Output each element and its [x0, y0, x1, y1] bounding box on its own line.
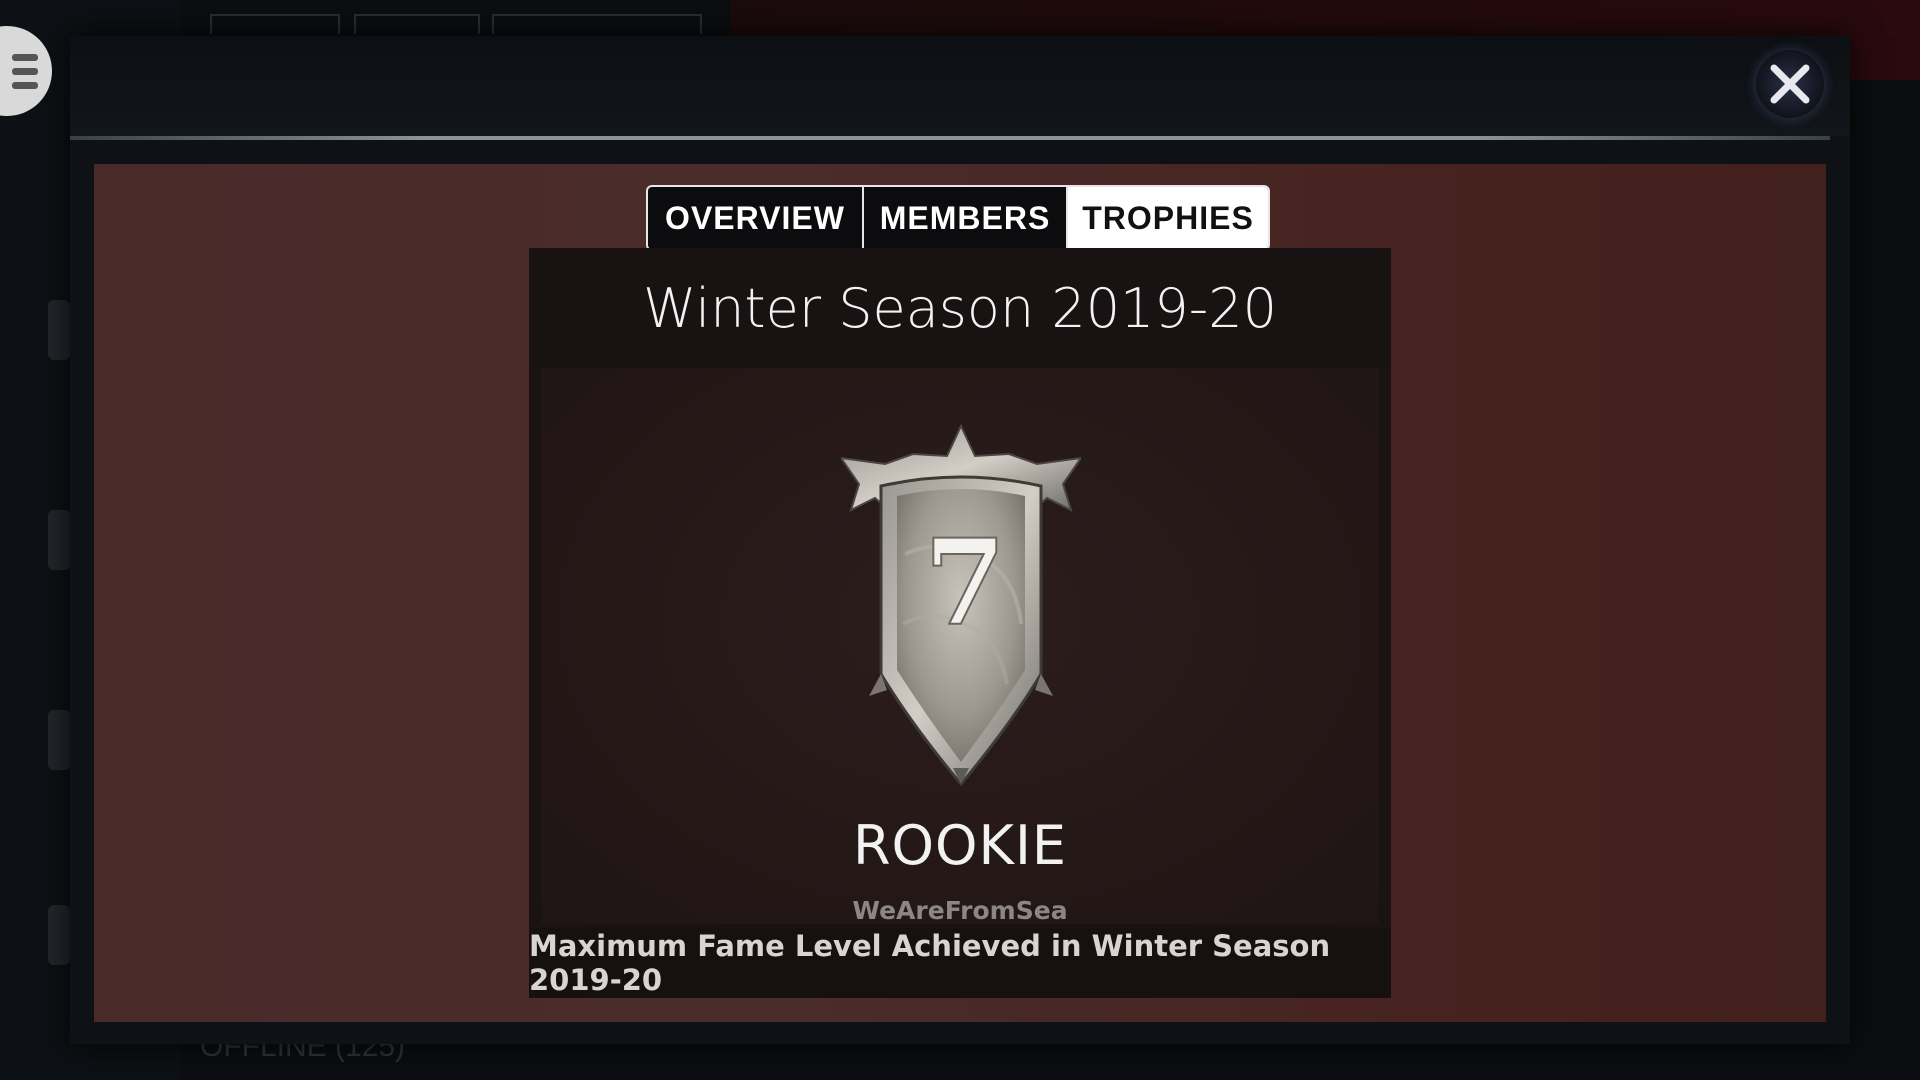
trophy-description: Maximum Fame Level Achieved in Winter Se…: [529, 928, 1391, 998]
background-tab: [492, 14, 702, 34]
trophy-level-number: 7: [924, 513, 1006, 652]
trophy-display: 7 ROOKIE WeAreFromSea: [541, 368, 1379, 925]
close-icon: [1770, 64, 1810, 104]
close-button[interactable]: [1756, 50, 1824, 118]
tab-trophies[interactable]: TROPHIES: [1068, 187, 1268, 249]
trophy-card[interactable]: Winter Season 2019-20 7 ROOKIE WeAreFrom…: [529, 248, 1391, 998]
background-tab: [210, 14, 340, 34]
trophy-rank: ROOKIE: [853, 814, 1067, 877]
tab-bar: OVERVIEW MEMBERS TROPHIES: [646, 185, 1270, 251]
modal-header: [70, 36, 1850, 136]
background-sidebar-icon: [48, 905, 70, 965]
tab-overview[interactable]: OVERVIEW: [648, 187, 864, 249]
hamburger-menu-icon: [12, 53, 38, 89]
background-sidebar-icon: [48, 510, 70, 570]
background-tab: [354, 14, 480, 34]
tab-members[interactable]: MEMBERS: [864, 187, 1068, 249]
trophy-holder: WeAreFromSea: [852, 896, 1068, 925]
season-title: Winter Season 2019-20: [529, 248, 1391, 368]
background-sidebar-icon: [48, 300, 70, 360]
shield-trophy-icon: 7: [838, 423, 1084, 794]
header-divider: [70, 136, 1830, 140]
background-sidebar-icon: [48, 710, 70, 770]
